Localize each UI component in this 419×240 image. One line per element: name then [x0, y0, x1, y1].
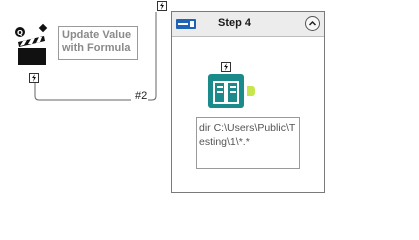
directory-tool-input-bolt-icon[interactable] — [221, 62, 231, 72]
svg-text:Q: Q — [17, 29, 23, 37]
directory-annotation: dir C:\Users\Public\Testing\1\*.* — [196, 117, 300, 169]
connector-line-2 — [34, 78, 131, 101]
left-tool-output-bolt-icon[interactable] — [29, 73, 39, 83]
container-header[interactable]: Step 4 — [172, 12, 324, 37]
container-title: Step 4 — [218, 17, 252, 29]
connection-label: #2 — [135, 90, 148, 102]
output-anchor — [247, 86, 255, 96]
directory-book-icon[interactable] — [208, 74, 256, 108]
collapse-button[interactable] — [305, 16, 320, 31]
chevron-up-icon — [308, 20, 317, 26]
connector-line-up — [148, 12, 157, 101]
top-bolt-icon[interactable] — [157, 1, 167, 11]
container-toggle-icon[interactable] — [176, 19, 196, 29]
tool-annotation: Update Value with Formula — [58, 26, 138, 60]
tool-update-value[interactable]: Q — [14, 22, 50, 66]
